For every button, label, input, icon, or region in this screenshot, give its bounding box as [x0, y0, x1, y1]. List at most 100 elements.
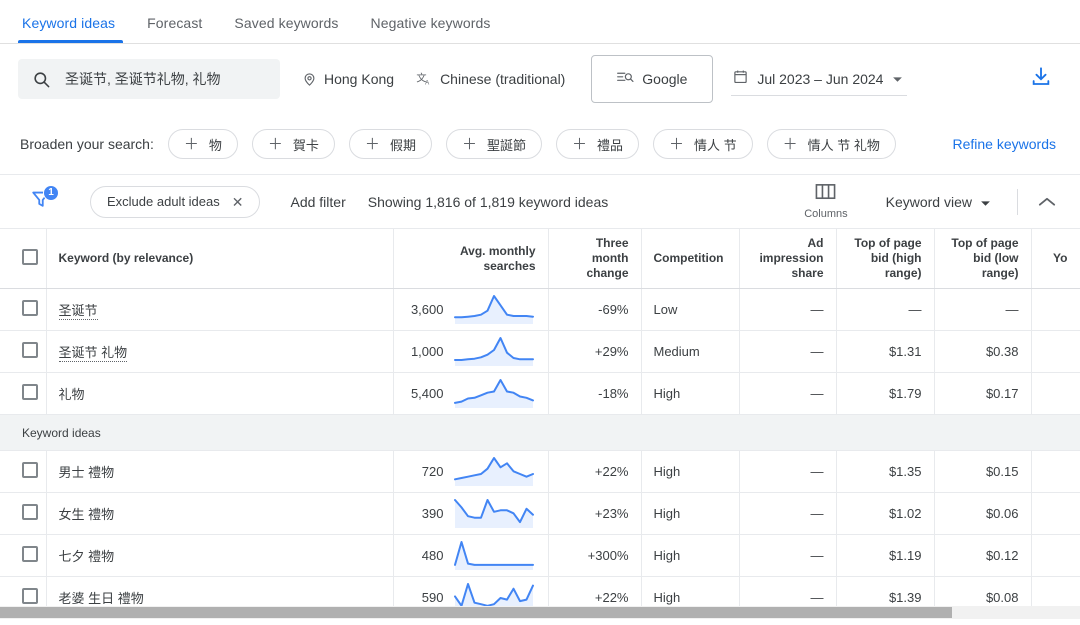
chevron-down-icon [892, 70, 903, 88]
search-input[interactable]: 圣诞节, 圣诞节礼物, 礼物 [18, 59, 280, 99]
table-header: Keyword (by relevance) Avg. monthly sear… [0, 228, 1080, 289]
table-row[interactable]: 七夕 禮物 480 +300% High — $1.19 $0.12 [0, 534, 1080, 577]
tab-forecast[interactable]: Forecast [131, 15, 218, 43]
avg-searches-value: 1,000 [410, 344, 444, 359]
search-volume-sparkline [444, 335, 536, 369]
broaden-chip-5[interactable]: ＋ 情人 节 [653, 129, 753, 159]
section-label: Keyword ideas [0, 414, 1080, 451]
plus-icon: ＋ [267, 135, 283, 153]
header-competition[interactable]: Competition [641, 228, 740, 289]
cell-competition: High [641, 450, 740, 493]
avg-searches-value: 5,400 [410, 386, 444, 401]
cell-competition: Medium [641, 330, 740, 373]
avg-searches-group: 720 [406, 451, 536, 492]
view-selector[interactable]: Keyword view [886, 194, 991, 210]
row-checkbox[interactable] [22, 546, 38, 562]
cell-keyword[interactable]: 圣诞节 [46, 288, 394, 331]
tab-negative-keywords[interactable]: Negative keywords [355, 15, 507, 43]
scrollbar-thumb[interactable] [0, 607, 952, 618]
search-network-icon [617, 70, 634, 88]
cell-keyword[interactable]: 男士 禮物 [46, 450, 394, 493]
keyword-text: 圣诞节 [58, 303, 98, 320]
language-selector[interactable]: 文 A Chinese (traditional) [416, 71, 565, 87]
cell-competition: High [641, 534, 740, 577]
table-row[interactable]: 礼物 5,400 -18% High — $1.79 $0.17 [0, 372, 1080, 415]
keyword-text: 礼物 [58, 387, 85, 402]
horizontal-scrollbar[interactable] [0, 606, 1080, 619]
cell-keyword[interactable]: 礼物 [46, 372, 394, 415]
row-checkbox[interactable] [22, 504, 38, 520]
row-checkbox[interactable] [22, 300, 38, 316]
header-three-month-change[interactable]: Three month change [548, 228, 642, 289]
download-button[interactable] [1030, 66, 1052, 93]
broaden-chip-2[interactable]: ＋ 假期 [348, 129, 432, 159]
header-top-bid-low[interactable]: Top of page bid (low range) [934, 228, 1032, 289]
cell-truncated [1031, 372, 1080, 415]
search-volume-sparkline [444, 497, 536, 531]
header-avg-monthly-searches[interactable]: Avg. monthly searches [393, 228, 549, 289]
row-checkbox[interactable] [22, 462, 38, 478]
cell-keyword[interactable]: 圣诞节 礼物 [46, 330, 394, 373]
search-volume-sparkline [444, 293, 536, 327]
header-truncated-column[interactable]: Yo [1031, 228, 1080, 289]
active-filter-chip[interactable]: Exclude adult ideas ✕ [90, 185, 261, 218]
broaden-chip-4[interactable]: ＋ 禮品 [555, 129, 640, 159]
header-ad-impression-share[interactable]: Ad impression share [739, 228, 837, 289]
columns-button[interactable]: Columns [794, 183, 857, 220]
table-row[interactable]: 圣诞节 礼物 1,000 +29% Medium — $1.31 $0.38 [0, 330, 1080, 373]
cell-avg-monthly-searches: 480 [393, 534, 549, 577]
cell-competition: Low [641, 288, 740, 331]
broaden-chip-label: 假期 [389, 137, 416, 153]
cell-truncated [1031, 330, 1080, 373]
svg-text:A: A [425, 79, 430, 86]
cell-top-bid-low: $0.15 [934, 450, 1032, 493]
avg-searches-value: 480 [421, 548, 444, 563]
results-count-text: Showing 1,816 of 1,819 keyword ideas [367, 193, 609, 210]
broaden-chip-6[interactable]: ＋ 情人 节 礼物 [766, 129, 896, 159]
table-row[interactable]: 圣诞节 3,600 -69% Low — — — [0, 288, 1080, 331]
broaden-chip-3[interactable]: ＋ 聖誕節 [445, 129, 542, 159]
header-top-bid-high[interactable]: Top of page bid (high range) [836, 228, 935, 289]
row-checkbox[interactable] [22, 342, 38, 358]
refine-keywords-link[interactable]: Refine keywords [953, 136, 1057, 152]
row-select-cell [0, 492, 47, 535]
broaden-chip-label: 賀卡 [292, 137, 319, 153]
cell-ad-impression-share: — [739, 534, 837, 577]
tab-keyword-ideas[interactable]: Keyword ideas [18, 15, 131, 43]
cell-three-month-change: +22% [548, 450, 642, 493]
location-selector[interactable]: Hong Kong [302, 71, 394, 87]
close-icon[interactable]: ✕ [232, 195, 244, 209]
cell-avg-monthly-searches: 390 [393, 492, 549, 535]
cell-three-month-change: -18% [548, 372, 642, 415]
toolbar-divider [1017, 188, 1018, 215]
row-select-cell [0, 450, 47, 493]
collapse-panel-button[interactable] [1038, 196, 1062, 208]
broaden-chip-label: 情人 节 [694, 137, 737, 153]
broaden-chip-0[interactable]: ＋ 物 [167, 129, 238, 159]
cell-competition: High [641, 372, 740, 415]
header-keyword[interactable]: Keyword (by relevance) [46, 228, 394, 289]
row-checkbox[interactable] [22, 384, 38, 400]
network-label: Google [642, 71, 688, 87]
add-filter-button[interactable]: Add filter [290, 194, 345, 210]
location-label: Hong Kong [324, 71, 395, 87]
tab-saved-keywords[interactable]: Saved keywords [218, 15, 354, 43]
broaden-chip-1[interactable]: ＋ 賀卡 [251, 129, 335, 159]
plus-icon: ＋ [461, 135, 477, 153]
network-selector[interactable]: Google [591, 55, 714, 103]
table-row[interactable]: 男士 禮物 720 +22% High — $1.35 $0.15 [0, 450, 1080, 493]
row-checkbox[interactable] [22, 588, 38, 604]
table-row[interactable]: 女生 禮物 390 +23% High — $1.02 $0.06 [0, 492, 1080, 535]
broaden-chip-label: 情人 节 礼物 [807, 137, 880, 153]
filter-button[interactable]: 1 [30, 184, 60, 216]
search-value: 圣诞节, 圣诞节礼物, 礼物 [65, 71, 221, 87]
cell-keyword[interactable]: 女生 禮物 [46, 492, 394, 535]
date-range-selector[interactable]: Jul 2023 – Jun 2024 [731, 62, 908, 96]
plus-icon: ＋ [364, 135, 380, 153]
cell-three-month-change: +23% [548, 492, 642, 535]
cell-keyword[interactable]: 七夕 禮物 [46, 534, 394, 577]
broaden-search-row: Broaden your search: ＋ 物 ＋ 賀卡 ＋ 假期 ＋ 聖誕節… [0, 114, 1080, 174]
cell-top-bid-high: $1.02 [836, 492, 935, 535]
select-all-checkbox[interactable] [22, 248, 38, 265]
plus-icon: ＋ [183, 135, 199, 153]
